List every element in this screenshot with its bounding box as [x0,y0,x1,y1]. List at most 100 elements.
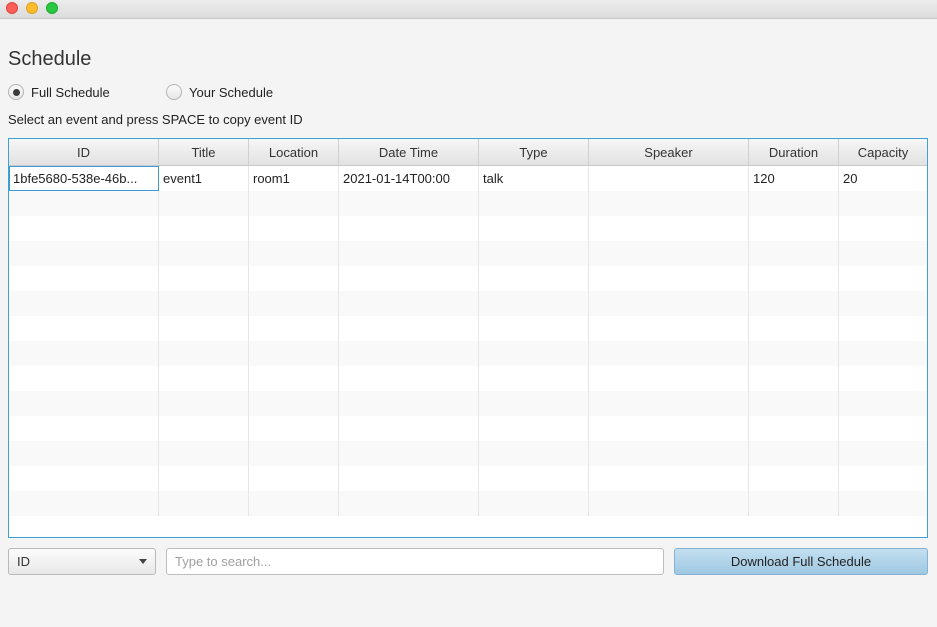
cell-type[interactable] [479,316,589,341]
cell-duration[interactable] [749,241,839,266]
cell-speaker[interactable] [589,391,749,416]
cell-speaker[interactable] [589,366,749,391]
cell-type[interactable] [479,341,589,366]
cell-capacity[interactable] [839,316,927,341]
cell-duration[interactable] [749,291,839,316]
column-header-duration[interactable]: Duration [749,139,839,165]
cell-capacity[interactable] [839,366,927,391]
table-row[interactable] [9,216,927,241]
schedule-table[interactable]: ID Title Location Date Time Type Speaker… [8,138,928,538]
cell-title[interactable] [159,266,249,291]
cell-date-time[interactable] [339,341,479,366]
cell-type[interactable] [479,441,589,466]
cell-id[interactable] [9,291,159,316]
column-header-id[interactable]: ID [9,139,159,165]
cell-location[interactable]: room1 [249,166,339,191]
table-row[interactable] [9,491,927,516]
cell-title[interactable] [159,316,249,341]
column-header-capacity[interactable]: Capacity [839,139,927,165]
cell-date-time[interactable] [339,416,479,441]
cell-location[interactable] [249,491,339,516]
cell-duration[interactable] [749,366,839,391]
cell-location[interactable] [249,316,339,341]
cell-date-time[interactable]: 2021-01-14T00:00 [339,166,479,191]
table-row[interactable] [9,366,927,391]
table-row[interactable]: 1bfe5680-538e-46b... event1 room1 2021-01-1… [9,166,927,191]
cell-speaker[interactable] [589,341,749,366]
cell-speaker[interactable] [589,441,749,466]
table-row[interactable] [9,291,927,316]
cell-capacity[interactable] [839,191,927,216]
cell-id[interactable]: 1bfe5680-538e-46b... [9,166,159,191]
cell-location[interactable] [249,191,339,216]
cell-duration[interactable]: 120 [749,166,839,191]
cell-date-time[interactable] [339,216,479,241]
cell-capacity[interactable] [839,266,927,291]
cell-type[interactable]: talk [479,166,589,191]
column-header-location[interactable]: Location [249,139,339,165]
cell-title[interactable] [159,216,249,241]
cell-capacity[interactable] [839,341,927,366]
cell-type[interactable] [479,466,589,491]
cell-location[interactable] [249,416,339,441]
cell-id[interactable] [9,366,159,391]
table-row[interactable] [9,191,927,216]
cell-id[interactable] [9,241,159,266]
cell-id[interactable] [9,391,159,416]
cell-capacity[interactable] [839,216,927,241]
cell-duration[interactable] [749,266,839,291]
cell-title[interactable] [159,441,249,466]
minimize-window-icon[interactable] [26,2,38,14]
table-row[interactable] [9,316,927,341]
cell-capacity[interactable] [839,241,927,266]
cell-date-time[interactable] [339,391,479,416]
cell-duration[interactable] [749,391,839,416]
column-header-date-time[interactable]: Date Time [339,139,479,165]
close-window-icon[interactable] [6,2,18,14]
cell-title[interactable] [159,366,249,391]
table-row[interactable] [9,441,927,466]
cell-type[interactable] [479,266,589,291]
cell-speaker[interactable] [589,266,749,291]
cell-location[interactable] [249,266,339,291]
cell-speaker[interactable] [589,216,749,241]
cell-speaker[interactable] [589,416,749,441]
cell-duration[interactable] [749,491,839,516]
cell-date-time[interactable] [339,291,479,316]
cell-title[interactable] [159,341,249,366]
cell-title[interactable] [159,191,249,216]
cell-duration[interactable] [749,341,839,366]
cell-id[interactable] [9,441,159,466]
cell-capacity[interactable] [839,391,927,416]
cell-duration[interactable] [749,316,839,341]
cell-location[interactable] [249,291,339,316]
cell-capacity[interactable] [839,441,927,466]
cell-speaker[interactable] [589,166,749,191]
cell-location[interactable] [249,216,339,241]
radio-full-schedule[interactable]: Full Schedule [8,83,110,101]
cell-date-time[interactable] [339,241,479,266]
cell-location[interactable] [249,441,339,466]
cell-date-time[interactable] [339,466,479,491]
cell-id[interactable] [9,466,159,491]
cell-location[interactable] [249,341,339,366]
cell-type[interactable] [479,416,589,441]
cell-title[interactable] [159,416,249,441]
cell-location[interactable] [249,366,339,391]
cell-location[interactable] [249,466,339,491]
cell-date-time[interactable] [339,491,479,516]
cell-type[interactable] [479,391,589,416]
table-row[interactable] [9,416,927,441]
cell-title[interactable] [159,391,249,416]
search-input[interactable] [166,548,664,575]
cell-id[interactable] [9,316,159,341]
cell-id[interactable] [9,341,159,366]
table-row[interactable] [9,266,927,291]
cell-date-time[interactable] [339,316,479,341]
cell-speaker[interactable] [589,316,749,341]
cell-capacity[interactable] [839,466,927,491]
cell-duration[interactable] [749,416,839,441]
radio-your-schedule[interactable]: Your Schedule [166,83,273,101]
table-row[interactable] [9,241,927,266]
cell-type[interactable] [479,241,589,266]
